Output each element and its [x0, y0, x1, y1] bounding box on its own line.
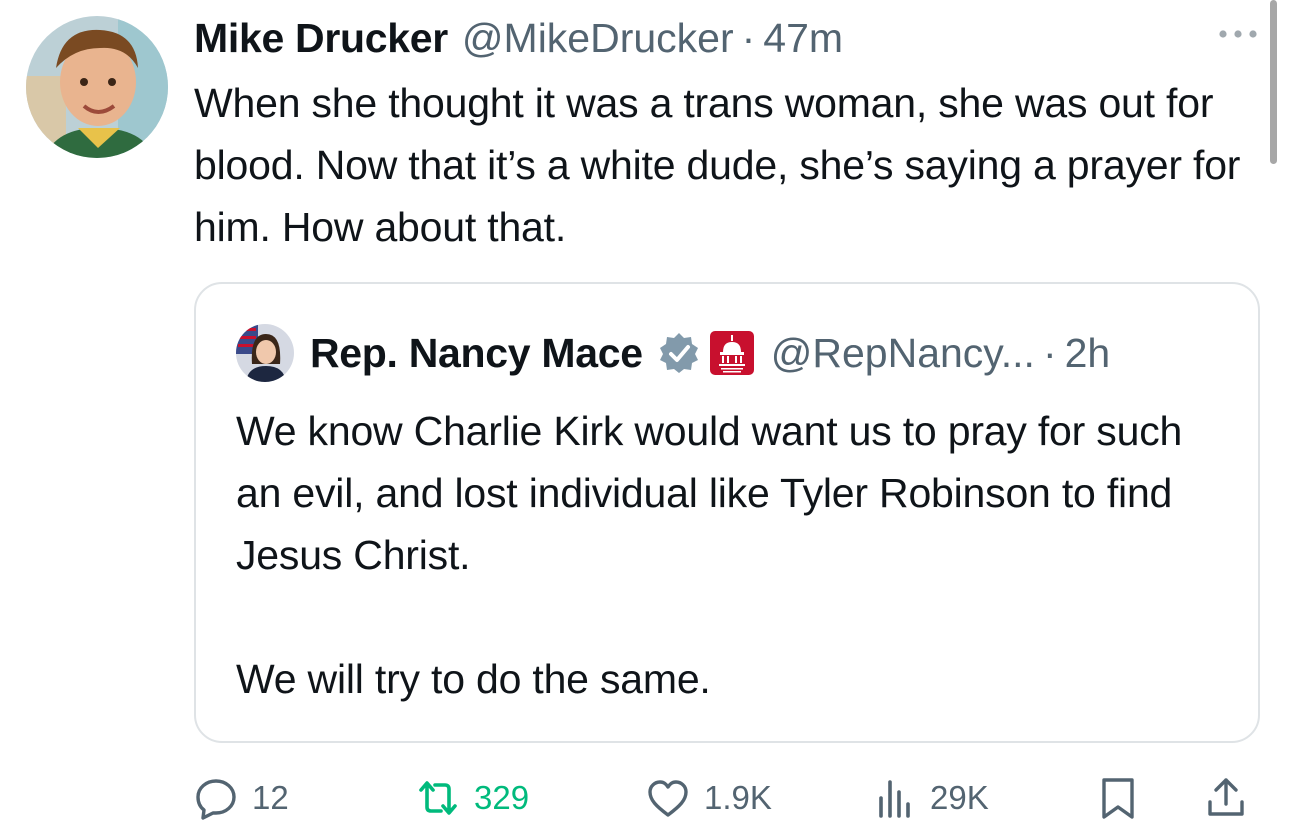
more-icon [1219, 30, 1257, 38]
like-count: 1.9K [704, 779, 772, 816]
quoted-tweet-text: We know Charlie Kirk would want us to pr… [236, 408, 1183, 578]
quoted-tweet-header: Rep. Nancy Mace @RepNancy... · 2h [310, 324, 1110, 382]
more-options-button[interactable] [1216, 22, 1260, 46]
share-icon [1208, 778, 1244, 816]
author-avatar-image [26, 16, 168, 158]
reply-count: 12 [252, 779, 289, 816]
like-icon [648, 780, 688, 817]
tweet-text: When she thought it was a trans woman, s… [194, 80, 1241, 250]
quoted-author-handle[interactable]: @RepNancy... [771, 330, 1035, 377]
quoted-tweet-text-second-paragraph: We will try to do the same. [236, 656, 711, 702]
views-icon [879, 780, 910, 818]
quoted-tweet-card[interactable]: Rep. Nancy Mace @RepNancy... · 2h We kno… [194, 282, 1260, 743]
retweet-icon [419, 781, 457, 815]
views-button[interactable]: 29K [872, 772, 989, 824]
share-button[interactable] [1204, 772, 1262, 824]
quoted-author-name[interactable]: Rep. Nancy Mace [310, 330, 643, 377]
like-button[interactable]: 1.9K [646, 772, 772, 824]
retweet-button[interactable]: 329 [416, 772, 529, 824]
scrollbar[interactable] [1270, 0, 1277, 164]
tweet-header: Mike Drucker @MikeDrucker · 47m [194, 10, 843, 66]
quoted-author-avatar[interactable] [236, 324, 294, 382]
house-gop-badge-icon[interactable] [709, 330, 755, 376]
reply-icon [196, 779, 236, 820]
author-handle[interactable]: @MikeDrucker [462, 15, 734, 62]
quoted-separator-dot: · [1042, 329, 1057, 376]
tweet-timestamp[interactable]: 47m [763, 15, 843, 62]
retweet-count: 329 [474, 779, 530, 816]
quoted-author-avatar-image [236, 324, 294, 382]
separator-dot: · [741, 14, 756, 61]
tweet-action-bar: 12 329 1.9K 29K [194, 772, 1260, 824]
verified-badge-icon[interactable] [657, 331, 701, 375]
views-count: 29K [930, 779, 989, 816]
author-avatar[interactable] [26, 16, 168, 158]
bookmark-icon [1102, 778, 1134, 819]
quoted-tweet-timestamp[interactable]: 2h [1065, 330, 1111, 377]
author-name[interactable]: Mike Drucker [194, 15, 448, 62]
bookmark-button[interactable] [1096, 772, 1154, 824]
reply-button[interactable]: 12 [194, 772, 289, 824]
